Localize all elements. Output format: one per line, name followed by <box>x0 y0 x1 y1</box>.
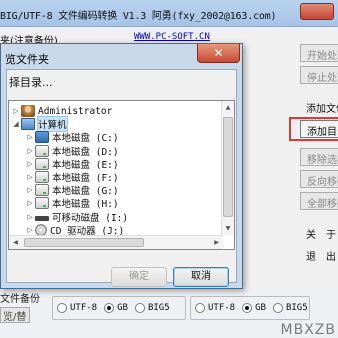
exit-button[interactable]: 退 出 <box>306 248 336 263</box>
remove-all-button[interactable]: 全部移除 <box>300 192 338 210</box>
tree-item[interactable]: ▷ 本地磁盘 (G:) <box>25 183 119 197</box>
reverse-remove-button[interactable]: 反向移除 <box>300 170 338 188</box>
expanded-arrow-icon[interactable]: ◢ <box>11 120 21 128</box>
tree-item[interactable]: ▷ 本地磁盘 (F:) <box>25 170 119 184</box>
watermark-text: MBXZB <box>280 322 336 338</box>
tree-item-label: 本地磁盘 (H:) <box>52 199 119 211</box>
expand-arrow-icon[interactable]: ▷ <box>25 147 35 155</box>
dialog-content: 择目录... ▷ Administrator ◢ 计算机 ▷ 本地磁盘 (C:) ▷ 本地磁盘… <box>6 69 237 287</box>
target-gb-radio[interactable]: GB <box>242 303 266 313</box>
file-backup-label: 文件备份 <box>0 294 40 305</box>
expand-arrow-icon[interactable]: ▷ <box>25 160 35 168</box>
tree-item[interactable]: ▷ 本地磁盘 (E:) <box>25 157 119 171</box>
radio-dot <box>134 303 145 313</box>
scroll-down-arrow-icon[interactable]: ▼ <box>222 222 234 235</box>
target-big5-radio[interactable]: BIG5 <box>272 303 308 313</box>
radio-label: BIG5 <box>285 303 308 313</box>
hard-drive-icon <box>35 197 49 210</box>
radio-label: GB <box>255 303 266 313</box>
radio-label: UTF-8 <box>70 303 98 313</box>
expand-arrow-icon[interactable]: ▷ <box>25 226 35 234</box>
tree-item-label: 可移动磁盘 (I:) <box>52 212 129 224</box>
app-title: BIG/UTF-8 文件编码转换 V1.3 阿勇(fxy_2002@163.co… <box>0 11 277 22</box>
tree-vertical-scrollbar[interactable]: ▲ ▼ <box>221 101 234 235</box>
tree-item[interactable]: ▷ 本地磁盘 (D:) <box>25 144 119 158</box>
computer-icon <box>21 118 35 131</box>
tree-item-label: 本地磁盘 (E:) <box>52 159 119 171</box>
tree-item-label: Administrator <box>38 105 113 117</box>
expand-arrow-icon[interactable]: ▷ <box>25 173 35 181</box>
stop-button[interactable]: 停止处理 <box>300 66 338 84</box>
tree-item-label: 本地磁盘 (G:) <box>52 186 119 198</box>
expand-arrow-icon[interactable]: ▷ <box>25 199 35 207</box>
browse-replace-button[interactable]: 览/替换 <box>0 307 30 323</box>
radio-dot <box>195 303 205 313</box>
target-encoding-group: UTF-8 GB BIG5 <box>190 296 310 320</box>
add-file-label[interactable]: 添加文件 <box>306 100 338 115</box>
source-gb-radio[interactable]: GB <box>104 303 128 313</box>
cancel-button[interactable]: 取消 <box>173 267 229 287</box>
tree-item-label: 本地磁盘 (C:) <box>52 133 119 145</box>
source-encoding-group: UTF-8 GB BIG5 <box>52 296 186 320</box>
hard-drive-icon <box>35 144 49 157</box>
tree-item[interactable]: ◢ 计算机 <box>11 116 68 133</box>
expand-arrow-icon[interactable]: ▷ <box>11 107 21 115</box>
scroll-right-arrow-icon[interactable]: ▶ <box>210 236 223 249</box>
highlight-box <box>289 117 338 141</box>
browse-folder-dialog: 览文件夹 ✕ 择目录... ▷ Administrator ◢ 计算机 ▷ 本地磁盘 (C… <box>0 43 243 289</box>
radio-label: GB <box>117 303 128 313</box>
tree-item-label: 本地磁盘 (D:) <box>52 146 119 158</box>
tree-item-label: 本地磁盘 (F:) <box>52 173 119 184</box>
radio-dot <box>57 303 67 313</box>
remove-selected-button[interactable]: 移除选择 <box>300 148 338 166</box>
app-close-button[interactable] <box>300 3 334 20</box>
website-link[interactable]: WWW.PC-SOFT.CN <box>134 32 210 42</box>
scroll-left-arrow-icon[interactable]: ◀ <box>9 236 22 249</box>
radio-dot <box>242 303 253 313</box>
radio-label: BIG5 <box>147 303 170 313</box>
system-drive-icon <box>35 131 49 144</box>
close-icon: ✕ <box>213 46 224 60</box>
tree-item-label: 计算机 <box>37 116 68 133</box>
ok-button[interactable]: 确定 <box>111 267 167 287</box>
usb-drive-icon <box>35 216 49 222</box>
dialog-title: 览文件夹 <box>5 53 49 66</box>
user-folder-icon <box>21 105 35 117</box>
tree-item[interactable]: ▷ Administrator <box>11 104 112 118</box>
tree-horizontal-scrollbar[interactable]: ◀ ▶ <box>9 235 223 249</box>
target-utf8-radio[interactable]: UTF-8 <box>195 303 235 313</box>
radio-label: UTF-8 <box>208 303 236 313</box>
tree-item[interactable]: ▷ 本地磁盘 (C:) <box>25 130 119 144</box>
hard-drive-icon <box>35 184 49 197</box>
expand-arrow-icon[interactable]: ▷ <box>25 133 35 141</box>
tree-item[interactable]: ▷ 可移动磁盘 (I:) <box>25 210 128 224</box>
start-button[interactable]: 开始处理 <box>300 44 338 62</box>
app-titlebar: BIG/UTF-8 文件编码转换 V1.3 阿勇(fxy_2002@163.co… <box>0 0 338 27</box>
source-big5-radio[interactable]: BIG5 <box>134 303 170 313</box>
cd-drive-icon <box>35 223 47 236</box>
folder-tree[interactable]: ▷ Administrator ◢ 计算机 ▷ 本地磁盘 (C:) ▷ 本地磁盘 (D:) ▷ 本… <box>8 100 235 250</box>
hard-drive-icon <box>35 171 49 183</box>
expand-arrow-icon[interactable]: ▷ <box>25 213 35 221</box>
hard-drive-icon <box>35 157 49 170</box>
about-button[interactable]: 关 于 <box>306 226 336 241</box>
expand-arrow-icon[interactable]: ▷ <box>25 186 35 194</box>
source-utf8-radio[interactable]: UTF-8 <box>57 303 97 313</box>
dialog-close-button[interactable]: ✕ <box>197 44 240 63</box>
tree-item[interactable]: ▷ 本地磁盘 (H:) <box>25 196 119 210</box>
scroll-up-arrow-icon[interactable]: ▲ <box>222 101 234 114</box>
radio-dot <box>104 303 115 313</box>
scroll-thumb[interactable] <box>223 117 233 217</box>
scroll-thumb[interactable] <box>24 238 144 247</box>
radio-dot <box>272 303 283 313</box>
dialog-prompt: 择目录... <box>9 76 53 89</box>
